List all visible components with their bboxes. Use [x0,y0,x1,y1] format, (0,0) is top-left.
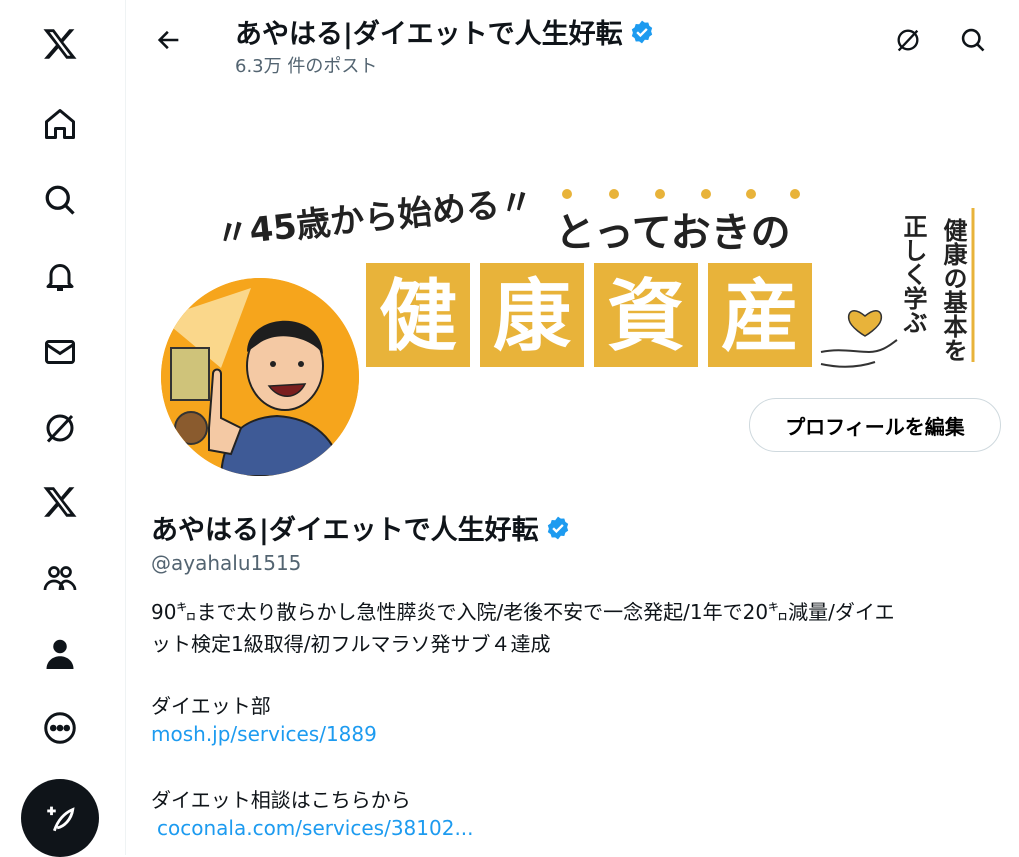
bell-icon[interactable] [30,246,90,306]
avatar[interactable] [157,274,363,480]
search-icon [961,28,985,52]
grok-icon [897,29,919,52]
header-title: あやはる|ダイエットで人生好転 [235,12,655,51]
banner-char-2: 康 [493,272,571,362]
sidebar [0,0,126,857]
header-title-text: あやはる|ダイエットで人生好転 [235,19,623,50]
profile-icon[interactable] [30,624,90,684]
verified-badge-icon[interactable] [545,515,571,541]
arrow-left-icon [157,30,179,50]
profile-handle: @ayahalu1515 [151,551,302,575]
bio-link-1[interactable]: mosh.jp/services/1889 [151,722,377,746]
edit-profile-button[interactable]: プロフィールを編集 [749,398,1001,452]
back-button[interactable] [151,22,187,58]
mail-icon[interactable] [30,322,90,382]
premium-x-icon[interactable] [30,472,90,532]
communities-icon[interactable] [30,548,90,608]
profile-main: あやはる|ダイエットで人生好転 6.3万 件のポスト 〃45歳から始める〃 とっ… [127,0,1019,855]
banner-side-col2: 正しく学ぶ [899,214,927,334]
banner-char-4: 産 [721,272,799,362]
banner-char-1: 健 [379,272,457,362]
compose-post-button[interactable] [21,779,99,857]
feather-plus-icon [47,806,75,832]
x-logo-icon[interactable] [30,14,90,74]
profile-name-text: あやはる|ダイエットで人生好転 [151,515,539,546]
banner-char-3: 資 [607,272,685,362]
home-icon[interactable] [30,94,90,154]
bio-section-title-1: ダイエット部 [151,694,271,718]
bio-line-1: 90㌔まで太り散らかし急性膵炎で入院/老後不安で一念発起/1年で20㌔減量/ダイ… [151,600,895,624]
avatar-illustration [161,278,359,476]
profile-header: あやはる|ダイエットで人生好転 6.3万 件のポスト [127,0,1019,90]
search-icon[interactable] [30,170,90,230]
profile-name: あやはる|ダイエットで人生好転 [151,508,571,547]
more-icon[interactable] [30,698,90,758]
bio-line-2: ット検定1級取得/初フルマラソ発サブ４達成 [151,632,551,656]
grok-button[interactable] [890,22,926,58]
verified-badge-icon [629,19,655,45]
search-button[interactable] [955,22,991,58]
banner-side-col1: 健康の基本を [939,218,967,362]
bio-link-2[interactable]: coconala.com/services/38102... [157,816,474,840]
grok-icon[interactable] [30,398,90,458]
post-count: 6.3万 件のポスト [235,56,378,77]
bio-section-title-2: ダイエット相談はこちらから [151,788,411,812]
banner-line2: とっておきの [555,210,791,256]
